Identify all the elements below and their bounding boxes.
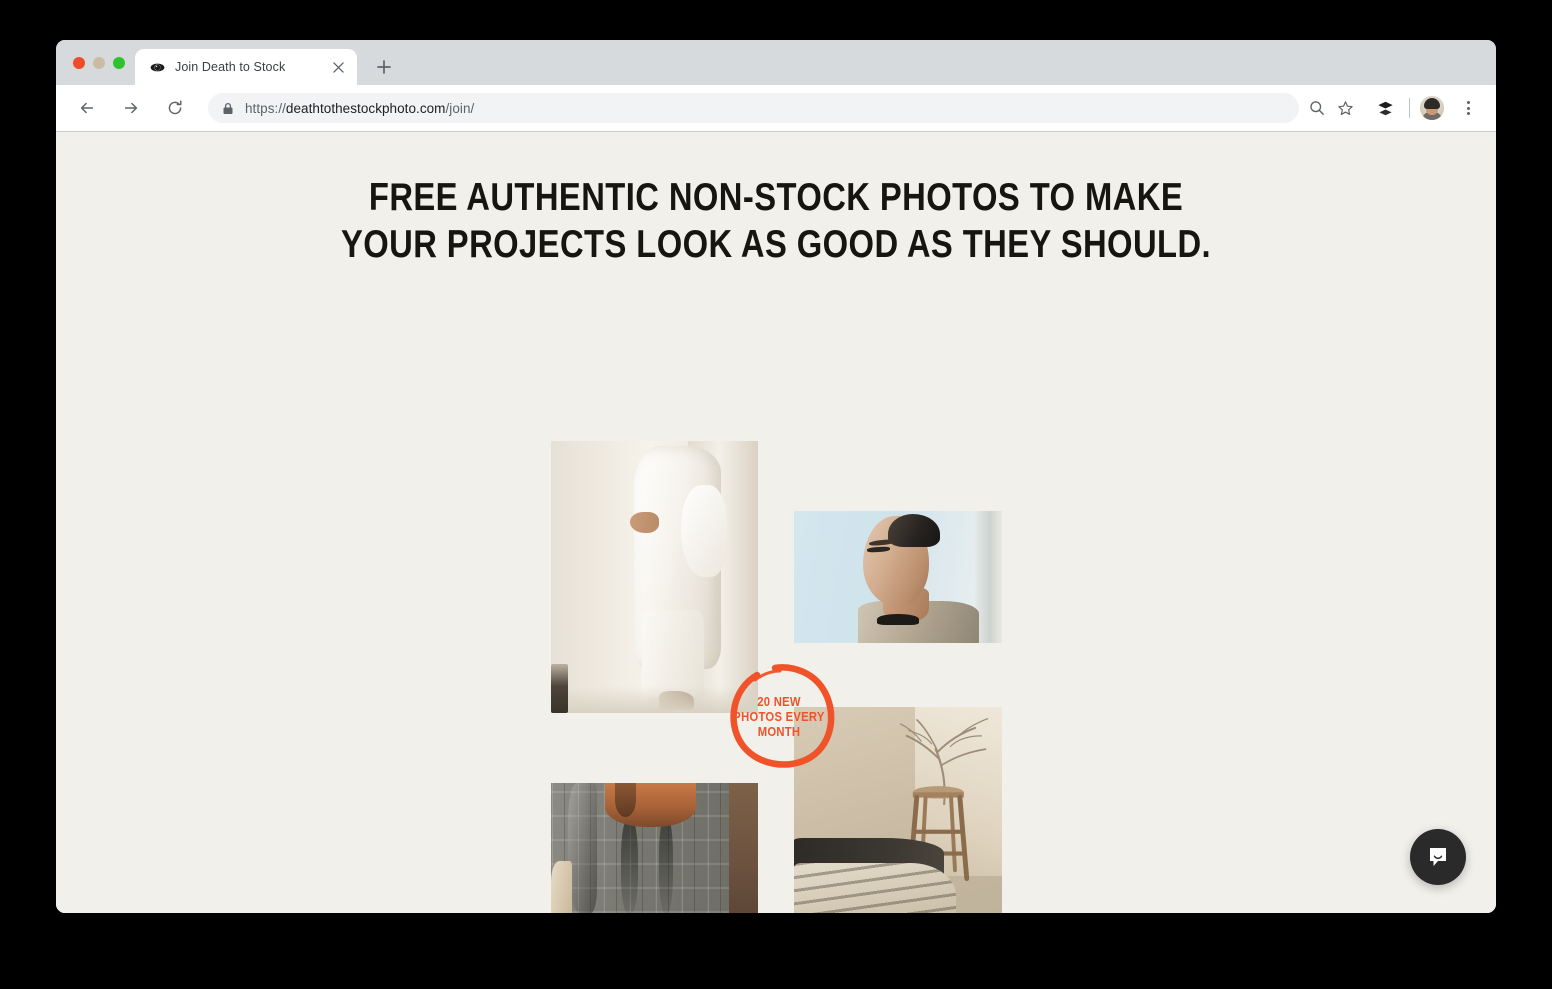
url-path: /join/ xyxy=(445,100,475,116)
page-title: Free authentic non-stock photos to make … xyxy=(171,132,1381,268)
intercom-launcher[interactable] xyxy=(1410,829,1466,885)
bookmark-star-icon[interactable] xyxy=(1331,94,1359,122)
page-content: Free authentic non-stock photos to make … xyxy=(56,132,1496,913)
menu-dots xyxy=(1466,101,1470,115)
url-scheme: https:// xyxy=(245,100,286,116)
browser-window: Join Death to Stock https://deathtothest… xyxy=(56,40,1496,913)
window-close-button[interactable] xyxy=(73,56,85,69)
badge-line-2: Photos Every xyxy=(733,709,825,724)
address-bar[interactable]: https://deathtothestockphoto.com/join/ xyxy=(208,93,1299,123)
close-icon[interactable] xyxy=(329,58,347,76)
window-zoom-button[interactable] xyxy=(113,56,125,69)
url-text: https://deathtothestockphoto.com/join/ xyxy=(245,101,474,116)
back-icon[interactable] xyxy=(72,93,102,123)
photo-bedroom-stool xyxy=(794,707,1002,913)
url-host: deathtothestockphoto.com xyxy=(285,100,446,116)
toolbar-divider xyxy=(1409,98,1410,118)
reload-icon[interactable] xyxy=(160,93,190,123)
browser-tab-active[interactable]: Join Death to Stock xyxy=(135,49,357,85)
window-minimize-button[interactable] xyxy=(93,56,105,69)
headline-line-2: your projects look as good as they shoul… xyxy=(340,223,1212,266)
buffer-extension-icon[interactable] xyxy=(1371,94,1399,122)
photo-white-outfit xyxy=(551,441,758,713)
zoom-search-icon[interactable] xyxy=(1303,94,1331,122)
badge-text: 20 New Photos Every Month xyxy=(729,661,830,773)
avatar[interactable] xyxy=(1420,96,1444,120)
chat-bubble-icon xyxy=(1430,848,1446,866)
window-traffic-lights xyxy=(56,40,135,85)
chrome-menu-icon[interactable] xyxy=(1454,94,1482,122)
lock-icon xyxy=(222,101,235,115)
photo-portrait-man xyxy=(794,511,1002,643)
circle-scribble-icon xyxy=(730,664,835,768)
eye-icon xyxy=(149,59,165,75)
new-tab-button[interactable] xyxy=(369,52,399,82)
tab-title: Join Death to Stock xyxy=(175,60,286,74)
status-badge: 20 New Photos Every Month xyxy=(723,661,835,773)
tab-strip: Join Death to Stock xyxy=(56,40,1496,85)
browser-toolbar: https://deathtothestockphoto.com/join/ xyxy=(56,85,1496,132)
badge-line-1: 20 New xyxy=(757,694,801,709)
photo-plaid-coat xyxy=(551,783,758,913)
badge-line-3: Month xyxy=(757,724,801,739)
forward-icon[interactable] xyxy=(116,93,146,123)
headline-line-1: Free authentic non-stock photos to make xyxy=(368,176,1184,219)
